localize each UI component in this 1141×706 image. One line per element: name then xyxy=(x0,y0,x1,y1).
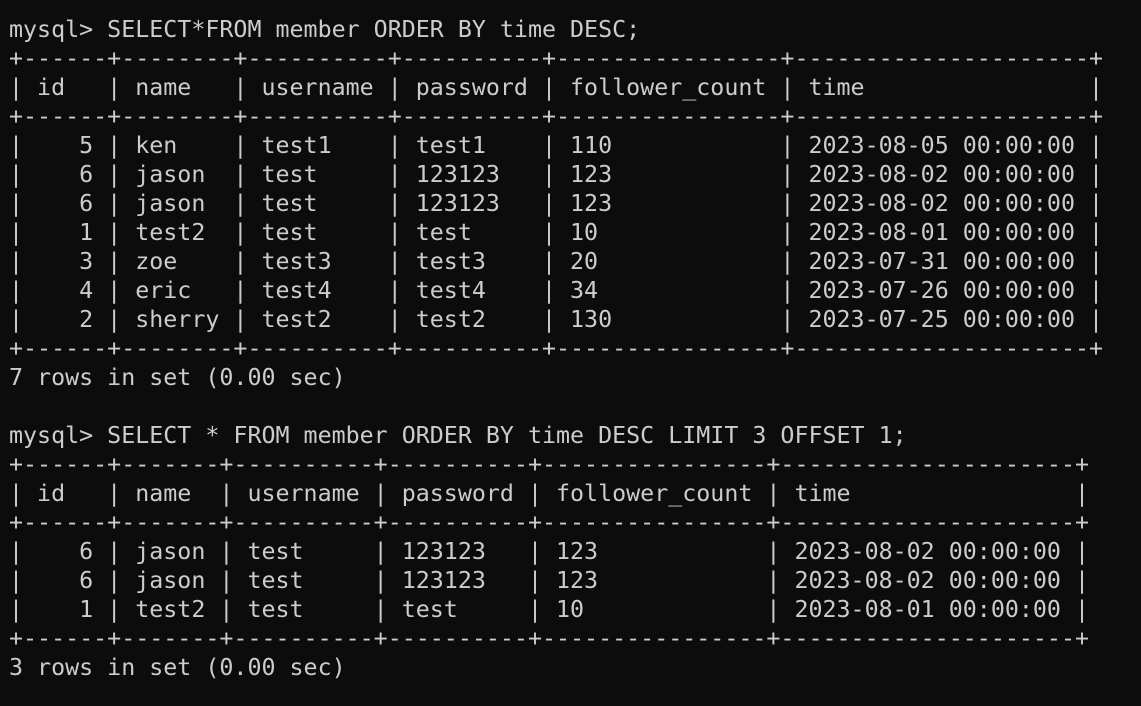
table-row: | 6 | jason | test | 123123 | 123 | 2023… xyxy=(9,567,1089,594)
table-row: | 1 | test2 | test | test | 10 | 2023-08… xyxy=(9,219,1104,246)
table-border: +------+-------+----------+----------+--… xyxy=(9,509,1089,536)
table-header-row: | id | name | username | password | foll… xyxy=(9,480,1089,507)
table-border: +------+--------+----------+----------+-… xyxy=(9,103,1104,130)
table-row: | 2 | sherry | test2 | test2 | 130 | 202… xyxy=(9,306,1104,333)
table-row: | 4 | eric | test4 | test4 | 34 | 2023-0… xyxy=(9,277,1104,304)
table-row: | 6 | jason | test | 123123 | 123 | 2023… xyxy=(9,538,1089,565)
table-border: +------+--------+----------+----------+-… xyxy=(9,45,1104,72)
result-summary: 3 rows in set (0.00 sec) xyxy=(9,654,346,681)
terminal-window[interactable]: mysql> SELECT*FROM member ORDER BY time … xyxy=(0,0,1141,706)
table-row: | 6 | jason | test | 123123 | 123 | 2023… xyxy=(9,161,1104,188)
result-summary: 7 rows in set (0.00 sec) xyxy=(9,364,346,391)
table-border: +------+-------+----------+----------+--… xyxy=(9,451,1089,478)
table-border: +------+--------+----------+----------+-… xyxy=(9,335,1104,362)
table-row: | 5 | ken | test1 | test1 | 110 | 2023-0… xyxy=(9,132,1104,159)
table-header-row: | id | name | username | password | foll… xyxy=(9,74,1104,101)
command-prompt-line: mysql> SELECT * FROM member ORDER BY tim… xyxy=(9,422,907,449)
table-row: | 3 | zoe | test3 | test3 | 20 | 2023-07… xyxy=(9,248,1104,275)
table-row: | 1 | test2 | test | test | 10 | 2023-08… xyxy=(9,596,1089,623)
table-row: | 6 | jason | test | 123123 | 123 | 2023… xyxy=(9,190,1104,217)
table-border: +------+-------+----------+----------+--… xyxy=(9,625,1089,652)
command-prompt-line: mysql> SELECT*FROM member ORDER BY time … xyxy=(9,16,641,43)
